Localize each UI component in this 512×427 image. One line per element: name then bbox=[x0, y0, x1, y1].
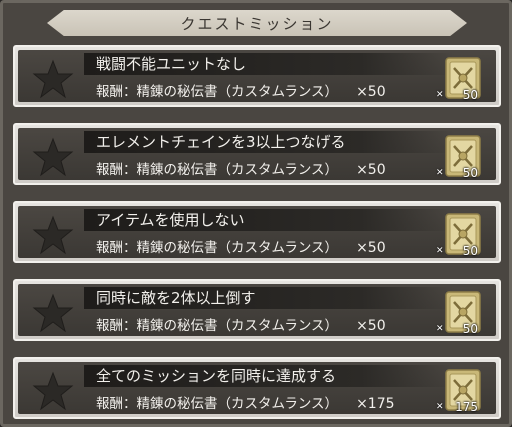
mission-row: 戦闘不能ユニットなし 報酬：精錬の秘伝書（カスタムランス） ×50 ✕ 50 bbox=[13, 45, 501, 107]
reward-quantity: ×50 bbox=[356, 84, 386, 100]
secret-book-icon: ✕ 50 bbox=[436, 132, 486, 180]
mission-name: エレメントチェインを3以上つなげる bbox=[84, 131, 454, 153]
reward-row: 報酬：精錬の秘伝書（カスタムランス） ×175 bbox=[96, 394, 395, 414]
book-count-mark: ✕ bbox=[436, 246, 444, 256]
book-count-mark: ✕ bbox=[436, 168, 444, 178]
mission-body: 戦闘不能ユニットなし 報酬：精錬の秘伝書（カスタムランス） ×50 ✕ 50 bbox=[18, 50, 496, 102]
mission-row: 全てのミッションを同時に達成する 報酬：精錬の秘伝書（カスタムランス） ×175 … bbox=[13, 357, 501, 419]
reward-label: 報酬：精錬の秘伝書（カスタムランス） bbox=[96, 162, 339, 178]
reward-row: 報酬：精錬の秘伝書（カスタムランス） ×50 bbox=[96, 82, 386, 102]
reward-label: 報酬：精錬の秘伝書（カスタムランス） bbox=[96, 396, 339, 412]
mission-name: 全てのミッションを同時に達成する bbox=[84, 365, 454, 387]
reward-quantity: ×50 bbox=[356, 240, 386, 256]
reward-icon-count: 50 bbox=[462, 166, 478, 180]
reward-label: 報酬：精錬の秘伝書（カスタムランス） bbox=[96, 84, 339, 100]
reward-row: 報酬：精錬の秘伝書（カスタムランス） ×50 bbox=[96, 238, 386, 258]
reward-quantity: ×50 bbox=[356, 318, 386, 334]
star-icon bbox=[32, 136, 74, 178]
reward-icon-count: 50 bbox=[462, 244, 478, 258]
mission-body: 同時に敵を2体以上倒す 報酬：精錬の秘伝書（カスタムランス） ×50 ✕ 50 bbox=[18, 284, 496, 336]
mission-body: エレメントチェインを3以上つなげる 報酬：精錬の秘伝書（カスタムランス） ×50 … bbox=[18, 128, 496, 180]
star-icon bbox=[32, 214, 74, 256]
reward-row: 報酬：精錬の秘伝書（カスタムランス） ×50 bbox=[96, 160, 386, 180]
secret-book-icon: ✕ 50 bbox=[436, 288, 486, 336]
secret-book-icon: ✕ 50 bbox=[436, 54, 486, 102]
star-icon bbox=[32, 370, 74, 412]
reward-quantity: ×50 bbox=[356, 162, 386, 178]
mission-body: アイテムを使用しない 報酬：精錬の秘伝書（カスタムランス） ×50 ✕ 50 bbox=[18, 206, 496, 258]
mission-body: 全てのミッションを同時に達成する 報酬：精錬の秘伝書（カスタムランス） ×175 … bbox=[18, 362, 496, 414]
title-plate: クエストミッション bbox=[47, 10, 467, 36]
panel-title: クエストミッション bbox=[180, 14, 334, 33]
star-icon bbox=[32, 58, 74, 100]
secret-book-icon: ✕ 50 bbox=[436, 210, 486, 258]
mission-name: 同時に敵を2体以上倒す bbox=[84, 287, 454, 309]
reward-icon-count: 50 bbox=[462, 88, 478, 102]
reward-quantity: ×175 bbox=[356, 396, 395, 412]
mission-row: アイテムを使用しない 報酬：精錬の秘伝書（カスタムランス） ×50 ✕ 50 bbox=[13, 201, 501, 263]
book-count-mark: ✕ bbox=[436, 90, 444, 100]
title-bar: クエストミッション bbox=[11, 9, 503, 37]
star-icon bbox=[32, 292, 74, 334]
reward-label: 報酬：精錬の秘伝書（カスタムランス） bbox=[96, 318, 339, 334]
book-count-mark: ✕ bbox=[436, 402, 444, 412]
reward-icon-count: 50 bbox=[462, 322, 478, 336]
reward-row: 報酬：精錬の秘伝書（カスタムランス） ×50 bbox=[96, 316, 386, 336]
reward-label: 報酬：精錬の秘伝書（カスタムランス） bbox=[96, 240, 339, 256]
mission-row: エレメントチェインを3以上つなげる 報酬：精錬の秘伝書（カスタムランス） ×50 … bbox=[13, 123, 501, 185]
mission-row: 同時に敵を2体以上倒す 報酬：精錬の秘伝書（カスタムランス） ×50 ✕ 50 bbox=[13, 279, 501, 341]
reward-icon-count: 175 bbox=[455, 400, 478, 414]
secret-book-icon: ✕ 175 bbox=[436, 366, 486, 414]
quest-mission-panel: クエストミッション 戦闘不能ユニットなし 報酬：精錬の秘伝書（カスタムランス） ×… bbox=[0, 0, 512, 427]
mission-name: アイテムを使用しない bbox=[84, 209, 454, 231]
book-count-mark: ✕ bbox=[436, 324, 444, 334]
mission-name: 戦闘不能ユニットなし bbox=[84, 53, 454, 75]
